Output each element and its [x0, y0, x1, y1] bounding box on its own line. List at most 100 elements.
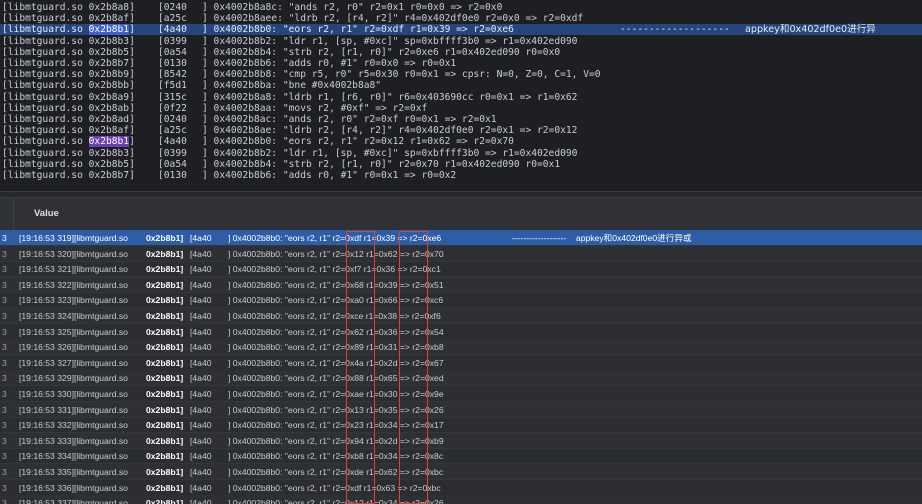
log-instruction: ] 0x4002b8b6: "adds r0, #1" r0=0x1 => r0… — [202, 170, 457, 181]
row-addr: 0x2b8b1] — [146, 433, 183, 449]
log-lib: [libmtguard.so 0x2b8b5] — [2, 47, 135, 58]
table-header: Value — [0, 198, 922, 231]
row-timestamp-lib: [19:16:53 324][libmtguard.so — [19, 311, 128, 321]
log-lib-prefix: [libmtguard.so 0x2b8ab] — [2, 102, 135, 114]
log-instruction: ] 0x4002b8b4: "strb r2, [r1, r0]" r2=0xe… — [202, 46, 561, 58]
log-instruction: ] 0x4002b8a8: "ldrb r1, [r6, r0]" r6=0x4… — [202, 91, 578, 103]
log-lib: [libmtguard.so 0x2b8b1] — [2, 24, 135, 36]
table-row[interactable]: 3 [19:16:53 326][libmtguard.so 0x2b8b1] [4a… — [0, 339, 922, 356]
log-comment-dashes: ------------------- — [620, 24, 730, 36]
row-timestamp-lib: [19:16:53 322][libmtguard.so — [19, 279, 128, 290]
log-line[interactable]: [libmtguard.so 0x2b8ab] [0f22] 0x4002b8aa… — [0, 103, 922, 114]
log-line[interactable]: [libmtguard.so 0x2b8b9] [8542] 0x4002b8b8… — [0, 69, 922, 80]
log-id: [0130 — [158, 58, 187, 69]
log-lib: [libmtguard.so 0x2b8b1] — [2, 136, 135, 148]
row-addr-bold: 0x2b8b1] — [146, 420, 184, 431]
table-row[interactable]: 3 [19:16:53 330][libmtguard.so 0x2b8b1] [4a… — [0, 386, 922, 402]
log-id: [f5d1 — [158, 80, 187, 92]
log-line[interactable]: [libmtguard.so 0x2b8b5] [0a54] 0x4002b8b4… — [0, 159, 922, 170]
row-id: [4a40 — [190, 357, 212, 368]
row-id: [4a40 — [190, 389, 212, 399]
row-index: 3 — [2, 311, 7, 321]
row-id: [4a40 — [190, 435, 212, 446]
table-row[interactable]: 3 [19:16:53 325][libmtguard.so 0x2b8b1] [4a… — [0, 324, 922, 340]
log-lib: [libmtguard.so 0x2b8a9] — [2, 92, 135, 103]
row-addr: 0x2b8b1] — [146, 246, 183, 262]
row-timestamp-lib: [19:16:53 320][libmtguard.so — [19, 248, 128, 259]
column-header-value[interactable]: Value — [34, 208, 59, 219]
row-index: 3 — [2, 264, 7, 275]
row-index: 3 — [2, 279, 7, 290]
row-index: 3 — [2, 420, 7, 431]
table-row[interactable]: 3 [19:16:53 332][libmtguard.so 0x2b8b1] [4a… — [0, 417, 922, 434]
table-row[interactable]: 3 [19:16:53 331][libmtguard.so 0x2b8b1] [4a… — [0, 401, 922, 418]
log-id: [0130 — [158, 170, 187, 181]
log-instruction: ] 0x4002b8b2: "ldr r1, [sp, #0xc]" sp=0x… — [202, 35, 578, 47]
log-line[interactable]: [libmtguard.so 0x2b8b1] [4a40] 0x4002b8b0… — [0, 24, 922, 36]
table-row[interactable]: 3 [19:16:53 324][libmtguard.so 0x2b8b1] [4a… — [0, 308, 922, 324]
log-lib: [libmtguard.so 0x2b8bb] — [2, 80, 135, 91]
log-lib-prefix: [libmtguard.so 0x2b8af] — [2, 125, 135, 137]
row-addr: 0x2b8b1] — [146, 448, 183, 464]
log-instruction: ] 0x4002b8ba: "bne #0x4002b8a8" — [202, 80, 382, 92]
log-line[interactable]: [libmtguard.so 0x2b8af] [a25c] 0x4002b8ae… — [0, 125, 922, 136]
log-line[interactable]: [libmtguard.so 0x2b8b3] [0399] 0x4002b8b2… — [0, 36, 922, 47]
row-addr: 0x2b8b1] — [146, 292, 183, 308]
row-index: 3 — [2, 404, 7, 415]
log-instruction: ] 0x4002b8ae: "ldrb r2, [r4, r2]" r4=0x4… — [202, 125, 578, 137]
row-timestamp-lib: [19:16:53 331][libmtguard.so — [19, 404, 128, 415]
row-addr-bold: 0x2b8b1] — [146, 467, 184, 477]
table-row[interactable]: 3 [19:16:53 321][libmtguard.so 0x2b8b1] [4a… — [0, 261, 922, 278]
row-addr: 0x2b8b1] — [146, 277, 183, 293]
log-id: [0399 — [158, 35, 187, 47]
row-addr: 0x2b8b1] — [146, 370, 183, 386]
table-row[interactable]: 3 [19:16:53 335][libmtguard.so 0x2b8b1] [4a… — [0, 464, 922, 480]
log-line[interactable]: [libmtguard.so 0x2b8b3] [0399] 0x4002b8b2… — [0, 148, 922, 159]
row-timestamp-lib: [19:16:53 325][libmtguard.so — [19, 326, 128, 337]
table-row[interactable]: 3 [19:16:53 327][libmtguard.so 0x2b8b1] [4a… — [0, 355, 922, 371]
table-row[interactable]: 3 [19:16:53 319][libmtguard.so 0x2b8b1] [4a… — [0, 230, 922, 246]
row-timestamp-lib: [19:16:53 334][libmtguard.so — [19, 451, 128, 462]
log-line[interactable]: [libmtguard.so 0x2b8b7] [0130] 0x4002b8b6… — [0, 58, 922, 69]
log-id: [0f22 — [158, 102, 187, 114]
table-row[interactable]: 3 [19:16:53 334][libmtguard.so 0x2b8b1] [4a… — [0, 448, 922, 465]
log-lib-prefix: [libmtguard.so 0x2b8b5] — [2, 158, 135, 170]
log-line[interactable]: [libmtguard.so 0x2b8a9] [315c] 0x4002b8a8… — [0, 92, 922, 103]
log-line[interactable]: [libmtguard.so 0x2b8af] [a25c] 0x4002b8ae… — [0, 13, 922, 24]
highlight-box-r1 — [399, 231, 428, 504]
row-addr-bold: 0x2b8b1] — [146, 373, 184, 384]
results-table[interactable]: Value 3 [19:16:53 319][libmtguard.so 0x2b8… — [0, 198, 922, 504]
log-line[interactable]: [libmtguard.so 0x2b8bb] [f5d1 ] 0x4002b8ba… — [0, 80, 922, 91]
row-addr: 0x2b8b1] — [146, 230, 183, 246]
log-addr-highlight: 0x2b8b1 — [88, 24, 130, 36]
log-lib-prefix: [libmtguard.so 0x2b8a8] — [2, 2, 135, 13]
row-index: 3 — [2, 467, 7, 477]
log-line[interactable]: [libmtguard.so 0x2b8a8] [0240] 0x4002b8a8… — [0, 2, 922, 13]
log-lib: [libmtguard.so 0x2b8af] — [2, 13, 135, 24]
row-index: 3 — [2, 342, 7, 353]
row-id: [4a40 — [190, 451, 212, 462]
row-timestamp-lib: [19:16:53 337][libmtguard.so — [19, 498, 128, 504]
log-id: [0a54 — [158, 158, 187, 170]
log-line[interactable]: [libmtguard.so 0x2b8b5] [0a54 ] 0x4002b8b4… — [0, 47, 922, 58]
log-instruction: ] 0x4002b8ac: "ands r2, r0" r2=0xf r0=0x… — [202, 114, 497, 125]
table-row[interactable]: 3 [19:16:53 320][libmtguard.so 0x2b8b1] [4a… — [0, 245, 922, 262]
log-id: [0a54 — [158, 46, 187, 58]
trace-log-panel[interactable]: [libmtguard.so 0x2b8a8] [0240] 0x4002b8a8… — [0, 0, 922, 191]
row-timestamp-lib: [19:16:53 327][libmtguard.so — [19, 357, 128, 368]
table-row[interactable]: 3 [19:16:53 322][libmtguard.so 0x2b8b1] [4a… — [0, 276, 922, 293]
log-line[interactable]: [libmtguard.so 0x2b8b1] [4a40] 0x4002b8b0… — [0, 136, 922, 148]
log-lib-prefix: [libmtguard.so 0x2b8bb] — [2, 80, 135, 92]
table-row[interactable]: 3 [19:16:53 336][libmtguard.so 0x2b8b1] [4a… — [0, 480, 922, 496]
log-lib: [libmtguard.so 0x2b8b3] — [2, 148, 135, 159]
log-line[interactable]: [libmtguard.so 0x2b8ad] [0240] 0x4002b8ac… — [0, 114, 922, 125]
log-lib-prefix: [libmtguard.so 0x2b8b3] — [2, 147, 135, 159]
table-row[interactable]: 3 [19:16:53 337][libmtguard.so 0x2b8b1] [4a… — [0, 495, 922, 504]
log-line[interactable]: [libmtguard.so 0x2b8b7] [0130 ] 0x4002b8b6… — [0, 170, 922, 181]
row-id: [4a40 — [190, 467, 212, 477]
table-row[interactable]: 3 [19:16:53 323][libmtguard.so 0x2b8b1] [4a… — [0, 292, 922, 309]
table-row[interactable]: 3 [19:16:53 329][libmtguard.so 0x2b8b1] [4a… — [0, 370, 922, 387]
panel-splitter[interactable] — [0, 191, 922, 198]
log-lib: [libmtguard.so 0x2b8b7] — [2, 170, 135, 181]
table-row[interactable]: 3 [19:16:53 333][libmtguard.so 0x2b8b1] [4a… — [0, 432, 922, 449]
